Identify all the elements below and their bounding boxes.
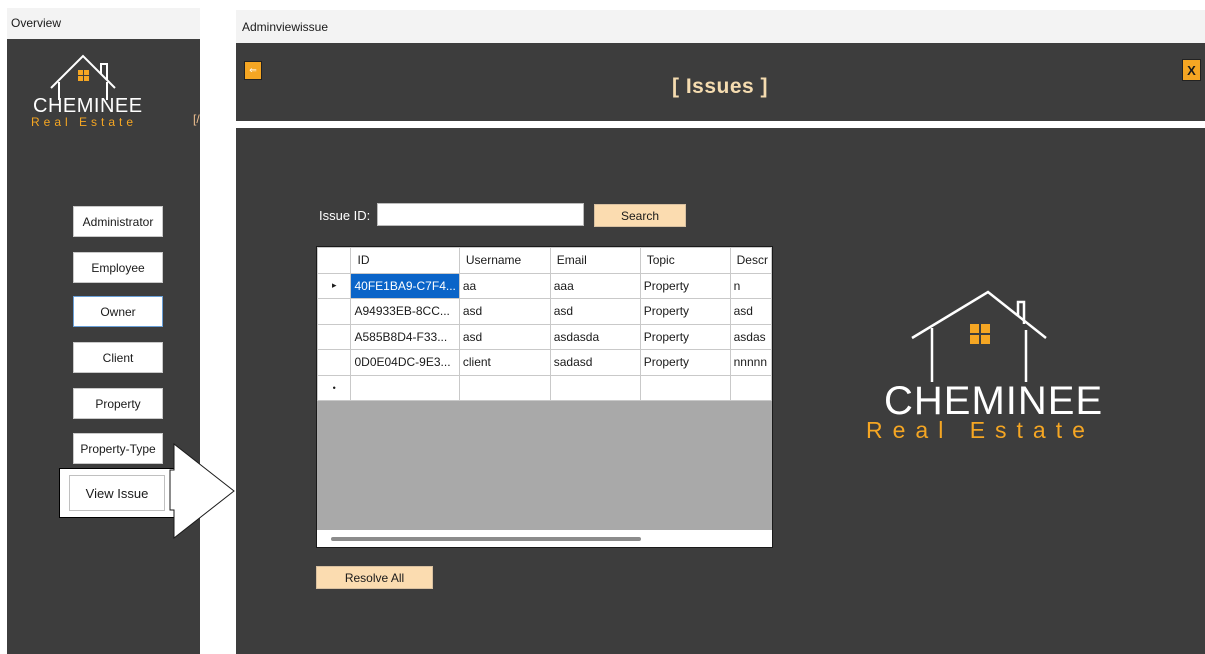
nav-button-owner[interactable]: Owner [73, 296, 163, 327]
nav-button-view-issue[interactable]: View Issue [69, 475, 165, 511]
table-cell[interactable]: aa [458, 272, 551, 299]
table-cell[interactable]: nnnnn [729, 349, 772, 376]
row-header[interactable] [317, 323, 352, 350]
table-cell[interactable]: Property [639, 349, 731, 376]
scrollbar-thumb[interactable] [331, 537, 641, 541]
table-cell[interactable]: asd [458, 323, 551, 350]
nav-button-administrator[interactable]: Administrator [73, 206, 163, 237]
table-row[interactable]: 0D0E04DC-9E3... client sadasd Property n… [317, 349, 772, 376]
issues-table: ID Username Email Topic Descr ▸ 40FE1BA9… [317, 247, 772, 401]
adminviewissue-window-title: Adminviewissue [242, 20, 329, 34]
back-button[interactable]: ⇐ [244, 61, 262, 80]
page-title: [ Issues ] [672, 75, 769, 98]
table-cell[interactable]: 40FE1BA9-C7F4... [350, 272, 460, 299]
svg-text:Real Estate: Real Estate [31, 115, 137, 129]
table-cell[interactable] [639, 374, 731, 401]
table-cell[interactable]: asd [549, 298, 641, 325]
horizontal-scrollbar[interactable] [317, 530, 772, 547]
overview-window-title: Overview [11, 16, 62, 30]
adminviewissue-title-bar: Adminviewissue [236, 10, 1205, 43]
table-cell[interactable]: client [458, 349, 551, 376]
table-cell[interactable]: 0D0E04DC-9E3... [350, 349, 460, 376]
search-button[interactable]: Search [594, 204, 686, 227]
column-header-topic[interactable]: Topic [639, 247, 731, 274]
close-icon: X [1187, 62, 1196, 78]
cheminee-logo-small: CHEMINEE Real Estate [31, 54, 143, 129]
issue-id-input[interactable] [377, 203, 584, 226]
table-row[interactable]: A94933EB-8CC... asd asd Property asd [317, 298, 772, 325]
table-cell[interactable] [549, 374, 641, 401]
overview-window: Overview CHEMINEE Real Estate [/ Adminis… [7, 8, 200, 654]
table-header-row: ID Username Email Topic Descr [317, 247, 772, 274]
table-cell[interactable] [458, 374, 551, 401]
issues-data-grid[interactable]: ID Username Email Topic Descr ▸ 40FE1BA9… [316, 246, 773, 548]
table-cell[interactable] [729, 374, 772, 401]
column-header-username[interactable]: Username [458, 247, 551, 274]
pointer-arrow-icon [169, 442, 235, 540]
adminviewissue-window: Adminviewissue ⇐ [ Issues ] X Issue ID: … [236, 10, 1205, 654]
nav-button-client[interactable]: Client [73, 342, 163, 373]
nav-button-property-type[interactable]: Property-Type [73, 433, 163, 464]
table-cell[interactable] [350, 374, 460, 401]
nav-button-property[interactable]: Property [73, 388, 163, 419]
new-row-marker-icon[interactable]: • [317, 374, 352, 401]
row-header[interactable] [317, 349, 352, 376]
table-cell[interactable]: asd [729, 298, 772, 325]
column-header-id[interactable]: ID [350, 247, 460, 274]
table-cell[interactable]: asd [458, 298, 551, 325]
current-row-marker-icon[interactable]: ▸ [317, 272, 352, 299]
clipped-title-text: [/ [193, 112, 200, 126]
row-header[interactable] [317, 298, 352, 325]
svg-text:Real Estate: Real Estate [866, 417, 1095, 443]
column-header-email[interactable]: Email [549, 247, 641, 274]
column-header-description[interactable]: Descr [729, 247, 772, 274]
nav-button-employee[interactable]: Employee [73, 252, 163, 283]
overview-title-bar: Overview [7, 8, 200, 39]
header-divider [236, 121, 1205, 128]
table-cell[interactable]: A585B8D4-F33... [350, 323, 460, 350]
table-cell[interactable]: asdasda [549, 323, 641, 350]
resolve-all-button[interactable]: Resolve All [316, 566, 433, 589]
table-row[interactable]: ▸ 40FE1BA9-C7F4... aa aaa Property n [317, 272, 772, 299]
table-cell[interactable]: Property [639, 298, 731, 325]
table-cell[interactable]: aaa [549, 272, 641, 299]
table-cell[interactable]: n [729, 272, 772, 299]
svg-text:CHEMINEE: CHEMINEE [33, 95, 143, 117]
table-cell[interactable]: sadasd [549, 349, 641, 376]
back-arrow-icon: ⇐ [249, 65, 257, 75]
close-button[interactable]: X [1182, 59, 1201, 81]
issues-header: ⇐ [ Issues ] X [236, 43, 1205, 121]
row-header-corner [317, 247, 352, 274]
new-table-row[interactable]: • [317, 374, 772, 401]
cheminee-logo-large: CHEMINEE Real Estate [866, 290, 1102, 443]
issues-body: Issue ID: Search ID Username Email Topic… [236, 128, 1205, 654]
table-cell[interactable]: Property [639, 272, 731, 299]
table-cell[interactable]: asdas [729, 323, 772, 350]
table-cell[interactable]: A94933EB-8CC... [350, 298, 460, 325]
table-cell[interactable]: Property [639, 323, 731, 350]
issue-id-label: Issue ID: [319, 208, 371, 223]
table-row[interactable]: A585B8D4-F33... asd asdasda Property asd… [317, 323, 772, 350]
